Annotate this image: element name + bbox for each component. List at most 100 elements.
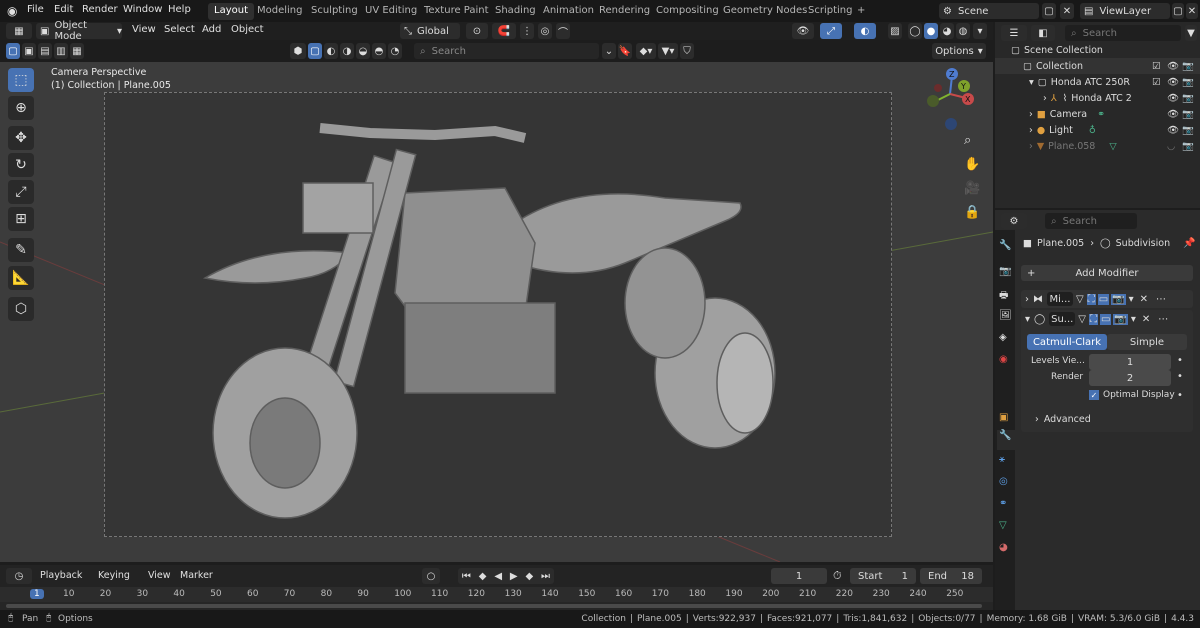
outliner-row-honda-object[interactable]: › ⅄ ⌇ Honda ATC 2 👁 📷 [995,90,1200,106]
overlay-toggle-icon[interactable]: ◐ [854,23,876,39]
render-camera-icon[interactable]: 📷 [1182,77,1194,88]
header-search-input[interactable]: ⌕ Search [414,43,599,59]
wireframe-shading-icon[interactable]: ◯ [908,23,922,39]
modifier-name-field[interactable]: Mi... [1047,292,1073,306]
jump-end-icon[interactable]: ⏭ [541,571,550,582]
render-icon[interactable]: 📷 [1113,313,1128,325]
display-mode-icon[interactable]: ◧ [1031,25,1055,41]
checkbox-icon[interactable]: ☑ [1152,61,1161,72]
select-intersect-icon[interactable]: ▦ [70,43,84,59]
tab-uv-editing[interactable]: UV Editing [359,3,423,20]
object-type-mesh-icon[interactable]: ▢ [308,43,322,59]
bookmark-icon[interactable]: 🔖 [618,43,632,59]
timeline-scroll-thumb[interactable] [6,604,982,608]
auto-keying-icon[interactable]: ○ [422,568,440,584]
cage-icon[interactable]: ⛶ [1088,313,1098,325]
outliner-row-collection[interactable]: ▢ Collection ☑ 👁 📷 [995,58,1200,74]
annotate-tool-icon[interactable]: ✎ [8,238,34,262]
gizmo-neg-x-axis[interactable] [934,84,942,92]
rotate-tool-icon[interactable]: ↻ [8,153,34,177]
object-type-surface-icon[interactable]: ◑ [340,43,354,59]
new-view-layer-icon[interactable]: ▢ [1172,3,1184,19]
add-modifier-button[interactable]: + Add Modifier [1021,265,1193,281]
rendered-shading-icon[interactable]: ◍ [956,23,970,39]
hand-pan-icon[interactable]: ✋ [964,157,980,172]
restrict-icon[interactable]: ◆▾ [636,43,656,59]
outliner-row-plane[interactable]: › ▼ Plane.058 ▽ ◡ 📷 [995,138,1200,154]
blender-logo-icon[interactable]: ◉ [7,4,17,18]
eye-icon[interactable]: 👁 [1167,61,1179,72]
scale-tool-icon[interactable]: ⤢ [8,180,34,204]
gizmo-toggle-icon[interactable]: ⤢ [820,23,842,39]
proportional-edit-icon[interactable]: ◎ [538,23,552,39]
modifier-mirror-panel[interactable]: › ⧓ Mi... ▽ ⛶ ▭ 📷 ▾ ✕ ⋯ [1021,290,1193,308]
prev-keyframe-icon[interactable]: ◆ [479,571,487,582]
render-camera-icon[interactable]: 📷 [1182,125,1194,136]
chevron-down-icon[interactable]: ▾ [1129,294,1134,305]
jump-start-icon[interactable]: ⏮ [462,571,471,582]
snap-icon[interactable]: 🧲 [492,23,516,39]
outliner-editor-type-icon[interactable]: ☰ [1001,25,1027,41]
chevron-down-icon[interactable]: ▾ [1131,314,1136,325]
optimal-display-checkbox[interactable]: ✓ Optimal Display [1089,390,1175,400]
transform-tool-icon[interactable]: ⊞ [8,207,34,231]
gizmo-neg-z-axis[interactable] [945,118,957,130]
delete-scene-icon[interactable]: ✕ [1060,3,1074,19]
eye-icon[interactable]: 👁 [1167,93,1179,104]
transform-orientation-selector[interactable]: ⤡ Global [400,23,460,39]
snap-target-icon[interactable]: ⋮ [520,23,534,39]
render-camera-icon[interactable]: 📷 [1182,61,1194,72]
eye-icon[interactable]: 👁 [1167,77,1179,88]
simple-button[interactable]: Simple [1107,334,1187,350]
tab-compositing[interactable]: Compositing [650,3,725,20]
checkbox-icon[interactable]: ☑ [1152,77,1161,88]
menu-keying[interactable]: Keying [98,570,130,581]
play-reverse-icon[interactable]: ◀ [494,571,502,582]
modifier-tab-icon[interactable]: 🔧 [997,430,1015,450]
render-levels-field[interactable]: 2 [1089,370,1171,386]
select-extend-icon[interactable]: ▣ [22,43,36,59]
advanced-subpanel[interactable]: › Advanced [1035,414,1091,425]
render-camera-icon[interactable]: 📷 [1182,109,1194,120]
menu-help[interactable]: Help [168,4,191,15]
menu-window[interactable]: Window [123,4,162,15]
view-layer-tab-icon[interactable]: 🖼 [999,310,1012,321]
subdivision-header[interactable]: ▾ ◯ Su... ▽ ⛶ ▭ 📷 ▾ ✕ ⋯ [1021,310,1193,328]
close-icon[interactable]: ✕ [1140,294,1148,305]
catmull-clark-button[interactable]: Catmull-Clark [1027,334,1107,350]
tab-rendering[interactable]: Rendering [593,3,656,20]
select-subtract-icon[interactable]: ▤ [38,43,52,59]
tab-sculpting[interactable]: Sculpting [305,3,364,20]
new-scene-icon[interactable]: ▢ [1042,3,1056,19]
viewport-display-icon[interactable]: ▭ [1097,293,1110,305]
scene-tab-icon[interactable]: ◈ [999,332,1007,343]
next-keyframe-icon[interactable]: ◆ [525,571,533,582]
output-tab-icon[interactable]: 🖶 [999,288,1008,305]
add-workspace-button[interactable]: + [851,3,871,20]
editor-type-icon[interactable]: ▦ [6,23,32,39]
tab-texture-paint[interactable]: Texture Paint [418,3,495,20]
render-tab-icon[interactable]: 📷 [999,266,1011,277]
keyframe-dot-icon[interactable]: • [1177,371,1183,382]
eye-closed-icon[interactable]: ◡ [1167,141,1175,152]
edit-mode-icon[interactable]: ▽ [1078,314,1086,325]
end-frame-field[interactable]: End 18 [920,568,982,584]
options-button[interactable]: Options ▾ [932,43,986,59]
start-frame-field[interactable]: Start 1 [850,568,916,584]
xray-icon[interactable]: ▨ [888,23,902,39]
select-invert-icon[interactable]: ▥ [54,43,68,59]
data-tab-icon[interactable]: ▽ [999,520,1007,531]
pin-icon[interactable]: 📌 [1183,238,1195,249]
physics-tab-icon[interactable]: ◎ [999,476,1008,487]
menu-object[interactable]: Object [231,24,264,35]
shield-check-icon[interactable]: ⛉ [680,43,694,59]
object-type-camera-icon[interactable]: ◓ [372,43,386,59]
camera-view-icon[interactable]: 🎥 [964,181,980,196]
timeline-editor-type-icon[interactable]: ◷ [6,568,32,584]
keyframe-dot-icon[interactable]: • [1177,390,1183,401]
properties-search-input[interactable]: ⌕ Search [1045,213,1137,229]
scene-selector[interactable]: ⚙ Scene [939,3,1039,19]
object-type-empty-icon[interactable]: ◔ [388,43,402,59]
properties-editor-type-icon[interactable]: ⚙ [1001,213,1027,229]
menu-add[interactable]: Add [202,24,221,35]
